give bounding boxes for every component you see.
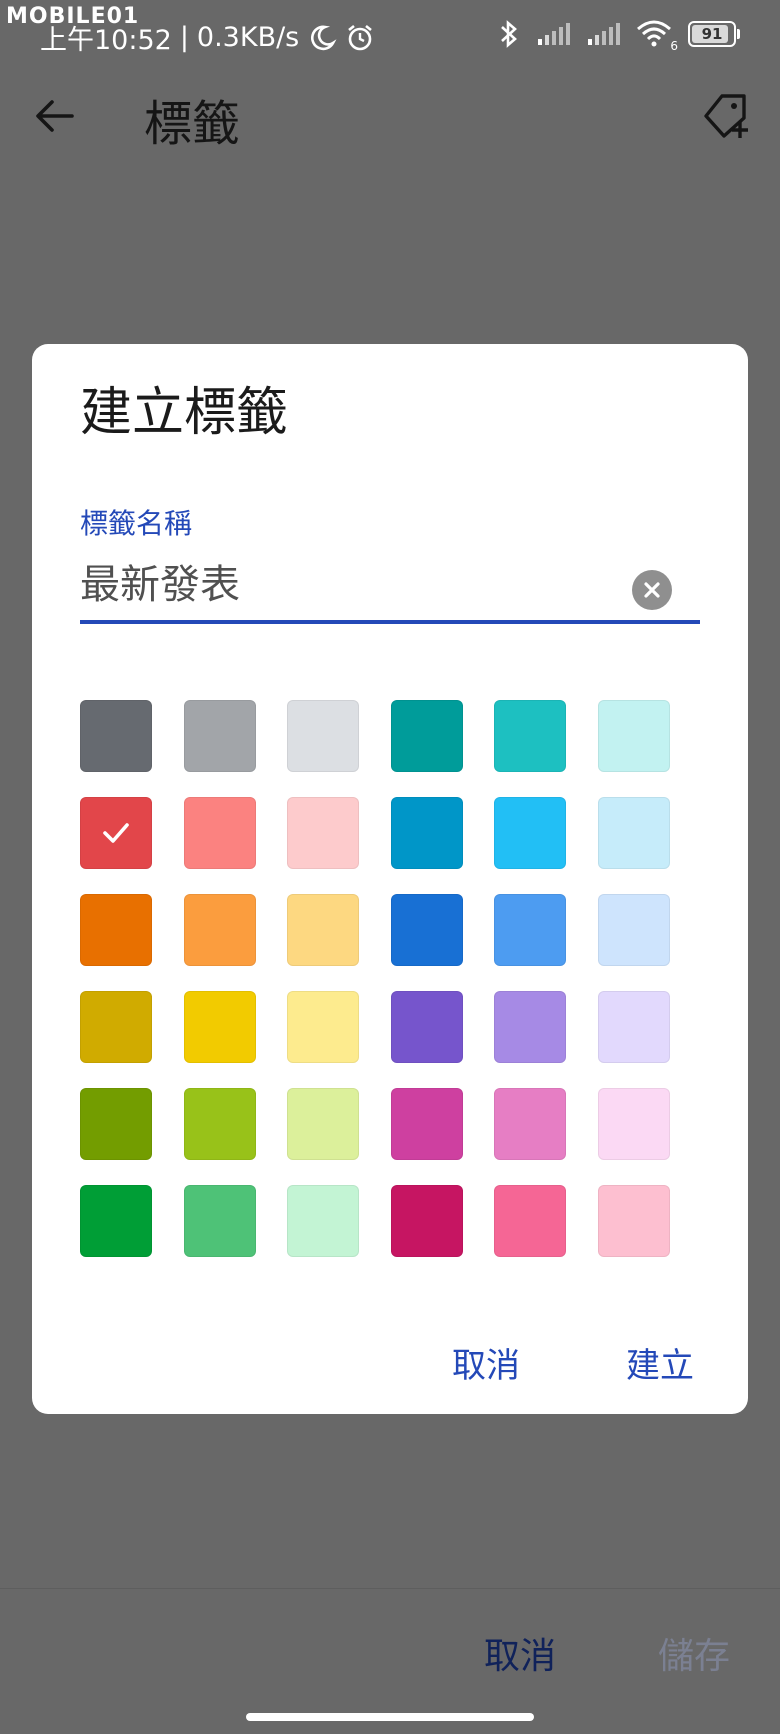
dialog-cancel-button[interactable]: 取消 (452, 1338, 520, 1387)
color-swatch[interactable] (287, 1088, 359, 1160)
battery-icon: 91 (688, 21, 740, 47)
status-time: 上午10:52 (40, 25, 172, 56)
create-label-dialog: 建立標籤 標籤名稱 最新發表 取消 建立 (32, 344, 748, 1414)
status-network-speed: 0.3KB/s (196, 22, 300, 53)
color-swatch[interactable] (183, 797, 256, 869)
color-swatch[interactable] (183, 894, 256, 966)
alarm-icon (348, 24, 373, 50)
color-swatch[interactable] (494, 894, 566, 966)
color-swatch[interactable] (597, 991, 670, 1063)
label-name-field-label: 標籤名稱 (80, 507, 193, 540)
bluetooth-icon (501, 20, 517, 48)
signal-icon-sim2 (588, 23, 620, 45)
wifi-badge: 6 (670, 39, 678, 53)
bottom-action-bar: 取消 儲存 (0, 1588, 780, 1734)
close-icon (644, 582, 660, 598)
color-swatch[interactable] (597, 700, 670, 772)
color-swatch[interactable] (287, 700, 359, 772)
color-swatch[interactable] (80, 797, 152, 869)
color-swatch[interactable] (597, 1088, 670, 1160)
status-left: 上午10:52 | 0.3KB/s (40, 18, 375, 57)
color-swatch[interactable] (494, 1185, 566, 1257)
color-swatch[interactable] (80, 991, 152, 1063)
color-swatch[interactable] (597, 1185, 670, 1257)
home-indicator[interactable] (246, 1713, 534, 1721)
color-swatch[interactable] (183, 1088, 256, 1160)
color-swatch[interactable] (80, 1088, 152, 1160)
page-title: 標籤 (144, 96, 241, 152)
color-swatch[interactable] (494, 797, 566, 869)
status-separator: | (179, 22, 189, 53)
app-bar: 標籤 (0, 72, 780, 192)
wifi-indicator: 6 (636, 19, 678, 53)
status-bar: MOBILE01 上午10:52 | 0.3KB/s 6 91 (0, 0, 780, 72)
color-swatch[interactable] (390, 700, 463, 772)
battery-level: 91 (701, 25, 723, 43)
color-swatch[interactable] (597, 894, 670, 966)
color-swatch[interactable] (390, 991, 463, 1063)
color-swatch[interactable] (80, 700, 152, 772)
dialog-title: 建立標籤 (80, 383, 289, 443)
add-label-icon[interactable] (698, 88, 754, 144)
color-swatch[interactable] (390, 894, 463, 966)
color-swatch[interactable] (390, 1185, 463, 1257)
color-swatch[interactable] (80, 1185, 152, 1257)
color-swatch[interactable] (80, 894, 152, 966)
label-name-input[interactable]: 最新發表 (80, 552, 240, 610)
wifi-icon (637, 20, 671, 47)
back-arrow-icon[interactable] (30, 90, 82, 142)
color-swatch[interactable] (597, 797, 670, 869)
color-swatch[interactable] (390, 1088, 463, 1160)
status-right: 6 91 (496, 18, 740, 53)
checkmark-icon (103, 823, 129, 843)
color-swatch[interactable] (287, 894, 359, 966)
color-swatch[interactable] (183, 700, 256, 772)
color-swatch[interactable] (390, 797, 463, 869)
dialog-create-button[interactable]: 建立 (626, 1338, 694, 1387)
color-swatch[interactable] (494, 700, 566, 772)
color-swatch[interactable] (494, 1088, 566, 1160)
color-swatch[interactable] (287, 797, 359, 869)
moon-icon (311, 25, 337, 50)
input-underline (80, 620, 700, 624)
color-swatch[interactable] (287, 1185, 359, 1257)
color-swatch[interactable] (183, 1185, 256, 1257)
bottom-save-button[interactable]: 儲存 (658, 1627, 730, 1679)
color-swatch[interactable] (183, 991, 256, 1063)
color-swatch[interactable] (287, 991, 359, 1063)
signal-icon-sim1 (538, 23, 570, 45)
bottom-cancel-button[interactable]: 取消 (484, 1627, 556, 1679)
clear-text-button[interactable] (632, 570, 672, 610)
color-swatch[interactable] (494, 991, 566, 1063)
